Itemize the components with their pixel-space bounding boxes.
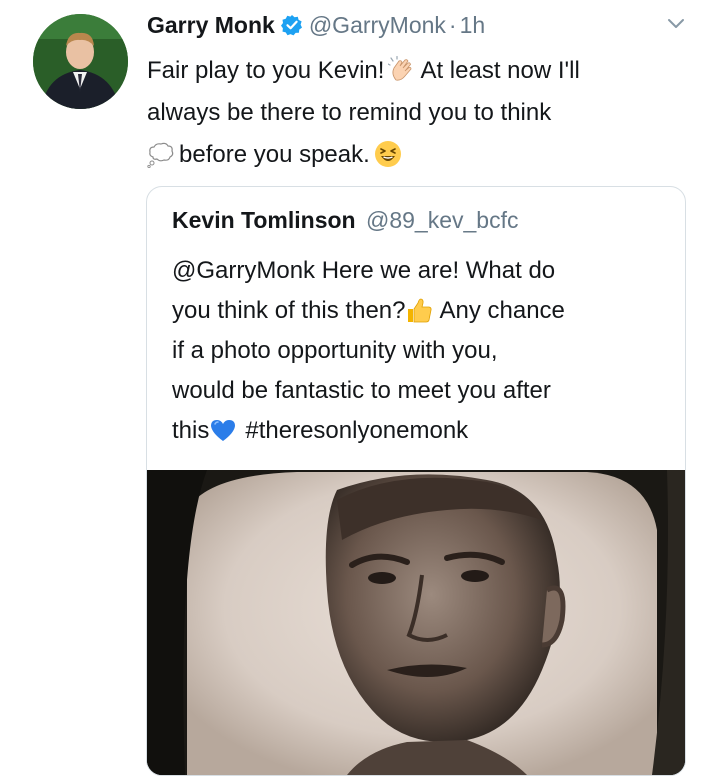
clapping-hands-emoji xyxy=(387,55,416,84)
quoted-tweet-image[interactable] xyxy=(147,470,685,775)
quoted-tweet-header: Kevin Tomlinson @89_kev_bcfc xyxy=(172,207,518,234)
laughing-face-emoji xyxy=(374,140,402,168)
author-name[interactable]: Garry Monk xyxy=(147,12,275,39)
author-handle[interactable]: @GarryMonk xyxy=(309,12,446,39)
avatar[interactable] xyxy=(33,14,128,109)
quoted-text-line: would be fantastic to meet you after xyxy=(172,377,551,404)
tweet-text-segment: At least now I'll xyxy=(420,57,580,84)
tweet-text: Fair play to you Kevin! At least now I'l… xyxy=(147,50,687,176)
quoted-text-segment: you think of this then? xyxy=(172,297,406,324)
quoted-tweet-text: @GarryMonk Here we are! What do you thin… xyxy=(172,251,672,451)
quoted-tweet[interactable]: Kevin Tomlinson @89_kev_bcfc @GarryMonk … xyxy=(146,186,686,776)
quoted-text-line: you think of this then? Any chance xyxy=(172,291,672,331)
tweet-text-line: Fair play to you Kevin! At least now I'l… xyxy=(147,50,687,92)
quoted-text-line: @GarryMonk Here we are! What do xyxy=(172,257,556,284)
tweet-text-line: always be there to remind you to think xyxy=(147,99,552,126)
quoted-text-line: if a photo opportunity with you, xyxy=(172,337,498,364)
quoted-text-segment: this xyxy=(172,417,210,444)
quoted-author-handle[interactable]: @89_kev_bcfc xyxy=(366,207,519,233)
chevron-down-icon[interactable] xyxy=(665,12,687,34)
hashtag-link[interactable]: #theresonlyonemonk xyxy=(245,417,468,444)
tweet-text-segment: before you speak. xyxy=(179,141,370,168)
tweet[interactable]: Garry Monk @GarryMonk · 1h Fair play to … xyxy=(0,0,720,781)
quoted-text-segment: Any chance xyxy=(439,297,565,324)
quoted-text-line: this #theresonlyonemonk xyxy=(172,411,672,451)
thumbs-up-emoji xyxy=(405,296,433,324)
quoted-author-name[interactable]: Kevin Tomlinson xyxy=(172,207,356,233)
tweet-timestamp[interactable]: 1h xyxy=(460,12,486,39)
tweet-text-line: before you speak. xyxy=(147,134,687,176)
thought-balloon-emoji xyxy=(147,140,175,168)
tweet-header: Garry Monk @GarryMonk · 1h xyxy=(147,8,485,42)
verified-badge-icon xyxy=(280,14,303,36)
tweet-text-segment: Fair play to you Kevin! xyxy=(147,57,385,84)
blue-heart-emoji xyxy=(209,416,237,444)
separator-dot: · xyxy=(448,11,457,38)
